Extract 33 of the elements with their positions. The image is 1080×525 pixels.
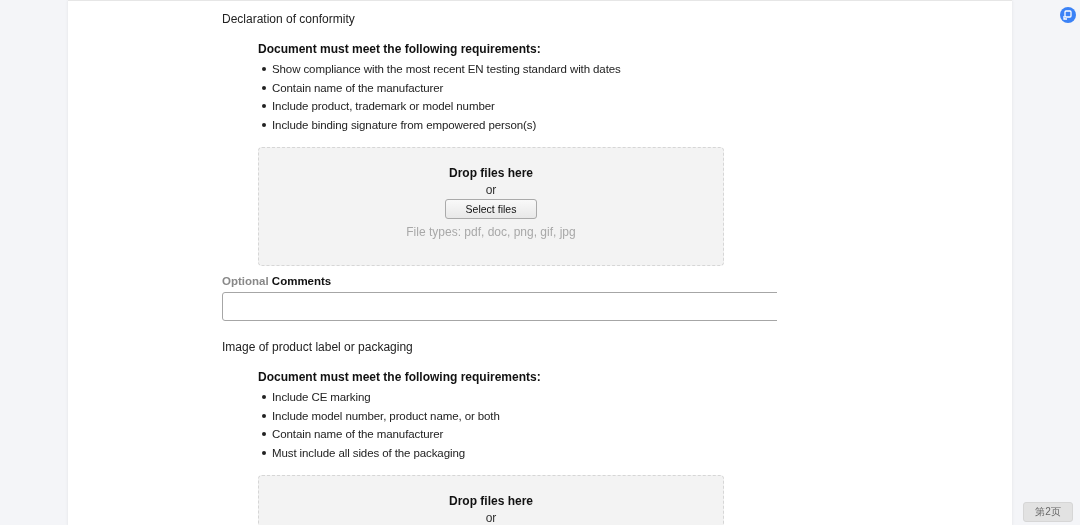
requirement-text: Show compliance with the most recent EN testing standard with dates: [272, 63, 621, 76]
bullet-icon: [262, 85, 266, 90]
requirements-heading: Document must meet the following requirements:: [258, 42, 542, 58]
section-title: Declaration of conformity: [222, 12, 356, 28]
bullet-icon: [262, 395, 266, 400]
requirement-text: Contain name of the manufacturer: [272, 81, 444, 94]
bullet-icon: [262, 67, 266, 72]
requirements-heading: Document must meet the following requirements:: [258, 370, 542, 386]
bullet-icon: [262, 122, 266, 127]
requirement-text: Include binding signature from empowered person(s): [272, 118, 537, 131]
or-text: or: [485, 511, 497, 525]
file-drop-zone[interactable]: Drop files here or: [258, 475, 724, 525]
or-text: or: [485, 183, 497, 197]
optional-label: Optional: [222, 275, 269, 287]
section-title: Image of product label or packaging: [222, 340, 414, 356]
requirement-text: Include model number, product name, or both: [272, 409, 500, 422]
bullet-icon: [262, 413, 266, 418]
file-drop-zone[interactable]: Drop files here or Select files File types: pdf, doc, png, gif, jpg: [258, 147, 724, 266]
drop-heading: Drop files here: [449, 494, 533, 508]
page-button[interactable]: 第2页: [1023, 502, 1073, 522]
select-files-button[interactable]: Select files: [444, 199, 538, 219]
requirement-text: Must include all sides of the packaging: [272, 446, 465, 459]
requirement-text: Include CE marking: [272, 391, 371, 404]
bullet-icon: [262, 450, 266, 455]
requirement-text: Contain name of the manufacturer: [272, 428, 444, 441]
comments-field[interactable]: [222, 292, 777, 321]
translate-icon[interactable]: [1060, 7, 1076, 23]
requirement-text: Include product, trademark or model number: [272, 100, 495, 113]
file-types-text: File types: pdf, doc, png, gif, jpg: [406, 225, 576, 239]
bullet-icon: [262, 432, 266, 437]
drop-heading: Drop files here: [449, 166, 533, 180]
bullet-icon: [262, 104, 266, 109]
comments-label: Comments: [271, 275, 332, 287]
